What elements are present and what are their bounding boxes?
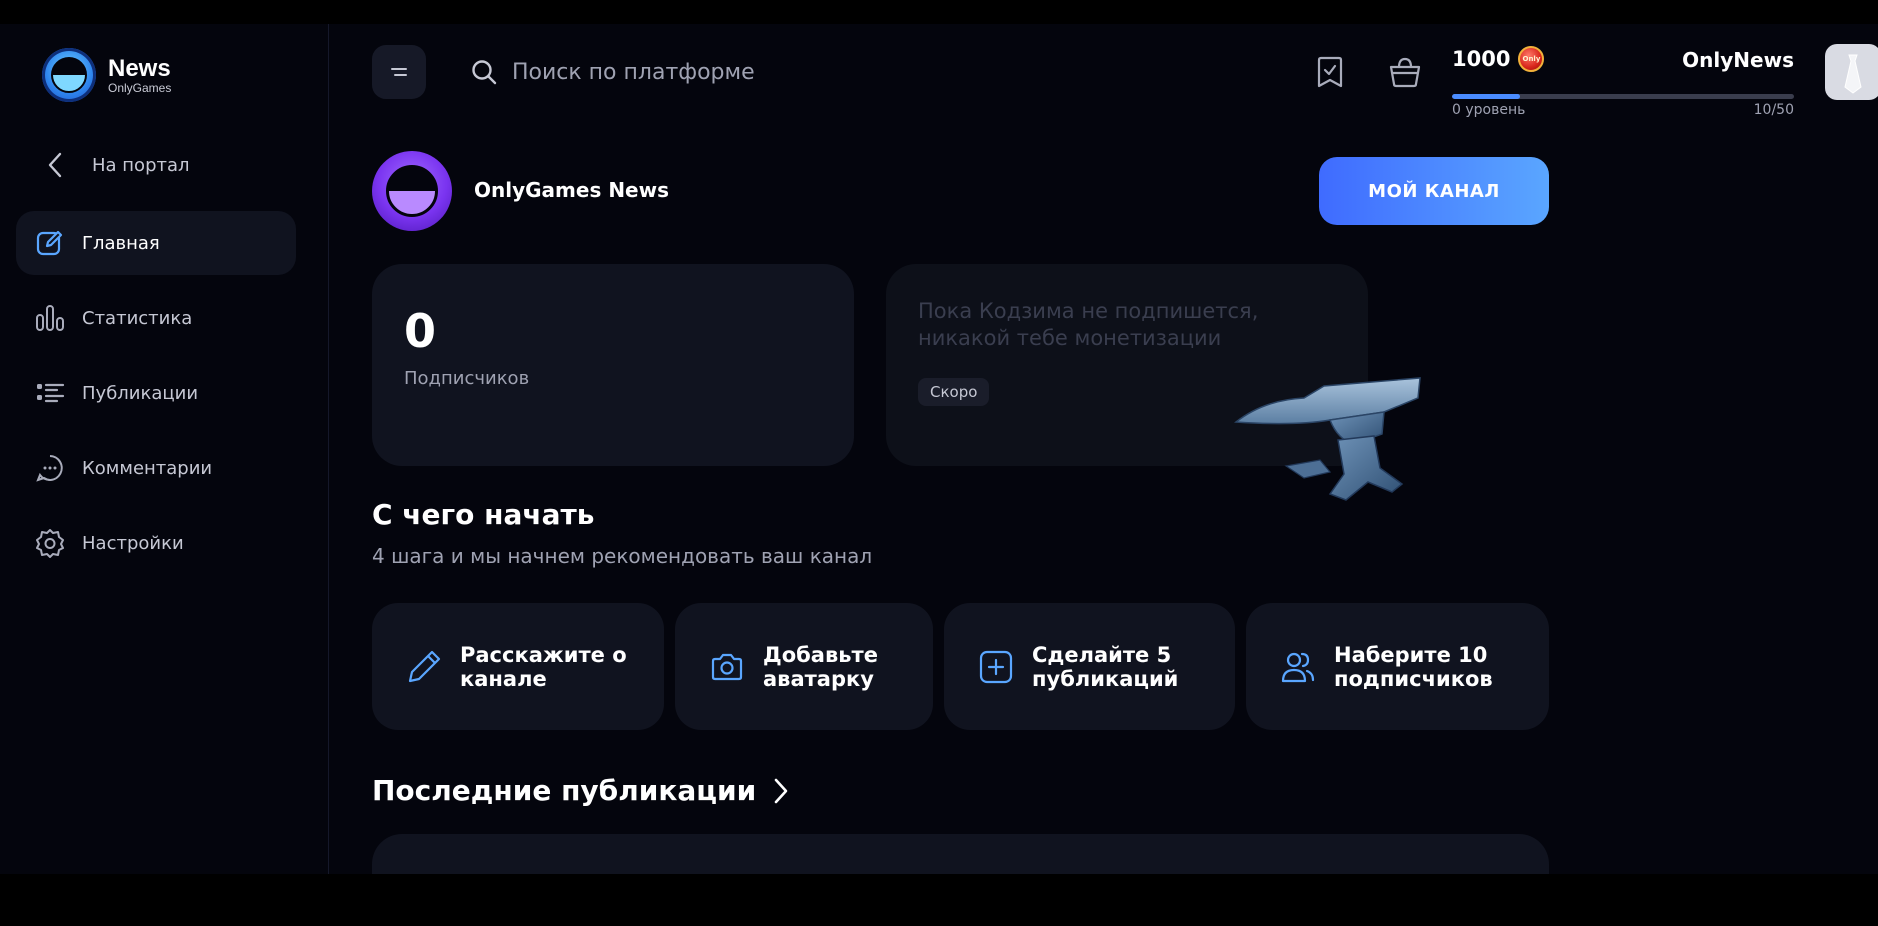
anvil-illustration [1234,377,1421,501]
basket-icon [1389,57,1421,88]
step-add-avatar[interactable]: Добавьте аватарку [675,603,933,730]
sidebar-nav: Главная Статистика Публикации Комментари… [16,211,296,586]
logo-title: News [108,54,171,82]
step-label: Сделайте 5 публикаций [1032,642,1179,691]
checklist-icon [1317,56,1343,88]
sidebar: News OnlyGames На портал Главная Статист… [0,24,329,874]
user-avatar[interactable] [1825,44,1878,100]
gear-icon [34,527,66,559]
level-progress-fill [1452,94,1521,99]
back-link-label: На портал [92,154,190,176]
step-gain-subscribers[interactable]: Наберите 10 подписчиков [1246,603,1549,730]
sidebar-item-label: Настройки [82,532,184,554]
back-to-portal-link[interactable]: На портал [48,152,190,178]
chevron-left-icon [48,152,62,178]
sidebar-item-label: Комментарии [82,457,213,479]
coming-soon-badge: Скоро [918,378,990,406]
bar-chart-icon [34,302,66,334]
menu-toggle-button[interactable] [372,45,426,99]
sidebar-item-statistics[interactable]: Статистика [16,286,296,350]
step-label: Расскажите о канале [460,642,627,691]
subscribers-card: 0 Подписчиков [372,264,854,466]
sidebar-item-home[interactable]: Главная [16,211,296,275]
edit-icon [34,227,66,259]
search-bar [470,54,1070,90]
step-describe-channel[interactable]: Расскажите о канале [372,603,664,730]
menu-icon [391,68,407,76]
shop-button[interactable] [1385,52,1425,92]
channel-name: OnlyGames News [474,178,669,202]
latest-publications-title: Последние публикации [372,774,757,807]
search-icon [472,60,497,85]
sidebar-item-comments[interactable]: Комментарии [16,436,296,500]
chevron-right-icon [774,778,788,803]
my-channel-button[interactable]: МОЙ КАНАЛ [1319,157,1549,225]
getting-started-subtitle: 4 шага и мы начнем рекомендовать ваш кан… [372,544,873,568]
sidebar-item-label: Статистика [82,307,193,329]
users-icon [1278,647,1318,687]
sidebar-item-settings[interactable]: Настройки [16,511,296,575]
plus-square-icon [976,647,1016,687]
monetization-text: Пока Кодзима не подпишется, никакой тебе… [918,299,1259,350]
channel-avatar[interactable] [372,151,452,231]
logo[interactable]: News OnlyGames [42,48,171,102]
step-label: Добавьте аватарку [763,642,878,691]
level-progress-bar [1452,94,1794,99]
comment-icon [34,452,66,484]
avatar-image [1844,54,1862,94]
sidebar-item-publications[interactable]: Публикации [16,361,296,425]
step-label: Наберите 10 подписчиков [1334,642,1493,691]
pencil-icon [404,647,444,687]
level-progress-text: 10/50 [1753,102,1794,118]
level-label: 0 уровень [1452,102,1526,118]
list-icon [34,377,66,409]
latest-publications-link[interactable]: Последние публикации [372,774,788,807]
step-make-publications[interactable]: Сделайте 5 публикаций [944,603,1235,730]
coin-balance: 1000 Only [1452,46,1545,72]
user-level-panel[interactable]: 1000 Only OnlyNews 0 уровень 10/50 [1452,46,1794,118]
subscribers-count: 0 [404,304,437,358]
camera-icon [707,647,747,687]
tasks-button[interactable] [1310,52,1350,92]
username: OnlyNews [1682,48,1794,72]
subscribers-label: Подписчиков [404,368,530,389]
sidebar-item-label: Публикации [82,382,199,404]
sidebar-item-label: Главная [82,232,160,254]
latest-publications-card [372,834,1549,874]
app-window: News OnlyGames На портал Главная Статист… [0,24,1878,874]
logo-icon [42,48,96,102]
logo-subtitle: OnlyGames [108,80,172,95]
search-input[interactable] [510,58,1054,86]
getting-started-title: С чего начать [372,498,595,531]
coin-icon: Only [1518,46,1545,72]
coin-amount: 1000 [1452,47,1511,71]
